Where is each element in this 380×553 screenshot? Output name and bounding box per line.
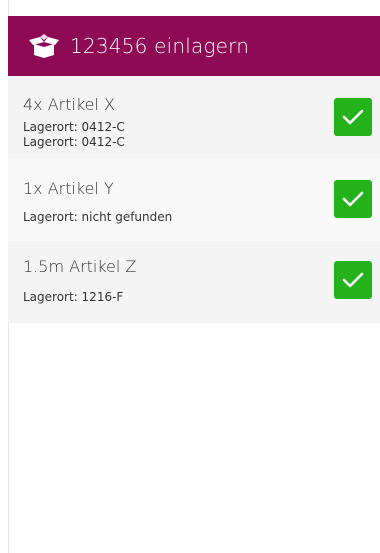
checkmark-icon [342, 272, 364, 288]
item-list: 4x Artikel X Lagerort: 0412-C Lagerort: … [8, 76, 380, 323]
checkmark-icon [342, 109, 364, 125]
item-location: Lagerort: 0412-C [23, 120, 125, 134]
item-location: Lagerort: 1216-F [23, 290, 124, 304]
list-item-artikel-z: 1.5m Artikel Z Lagerort: 1216-F [8, 242, 380, 323]
page-title: 123456 einlagern [70, 34, 250, 58]
item-title: 4x Artikel X [23, 95, 116, 114]
app-header: 123456 einlagern [8, 16, 380, 76]
confirm-button[interactable] [334, 261, 372, 299]
confirm-button[interactable] [334, 180, 372, 218]
item-title: 1.5m Artikel Z [23, 257, 137, 276]
checkmark-icon [342, 191, 364, 207]
item-location: Lagerort: nicht gefunden [23, 210, 173, 224]
confirm-button[interactable] [334, 98, 372, 136]
open-box-icon [28, 33, 60, 59]
item-location: Lagerort: 0412-C [23, 135, 125, 149]
list-item-artikel-y: 1x Artikel Y Lagerort: nicht gefunden [8, 158, 380, 242]
item-title: 1x Artikel Y [23, 179, 114, 198]
list-item-artikel-x: 4x Artikel X Lagerort: 0412-C Lagerort: … [8, 76, 380, 158]
